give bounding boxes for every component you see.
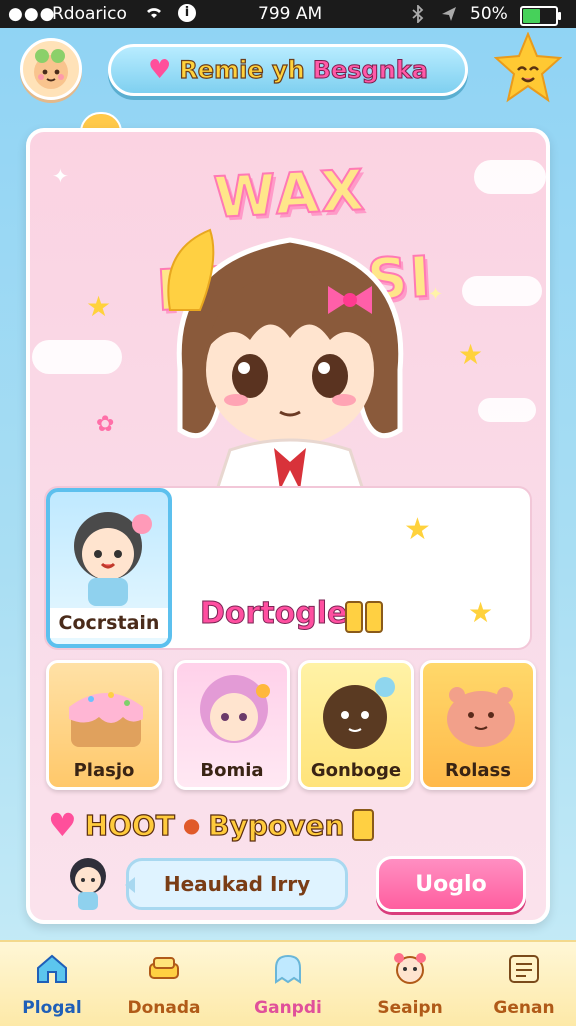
face-icon (394, 953, 426, 984)
flower-icon: ✿ (96, 412, 115, 437)
signal-dots: ●●● (8, 4, 56, 24)
title-part1: Remie yh (179, 55, 306, 84)
cloud-decoration (462, 276, 542, 306)
cloud-decoration (478, 398, 536, 422)
star-icon: ★ (468, 596, 494, 629)
nav-item-donada[interactable]: Donada (116, 948, 212, 1024)
hoot-label: HOOT (84, 808, 175, 842)
star-cat-icon (493, 31, 563, 103)
avatar-icon (34, 49, 68, 89)
menu-icon (509, 955, 539, 983)
nav-item-genan[interactable]: Genan (476, 948, 572, 1024)
star-icon: ★ (404, 512, 431, 547)
nav-label: Donada (127, 998, 201, 1018)
item-card[interactable]: Rolass (420, 660, 536, 790)
character-name: Dortogle (199, 596, 348, 632)
item-label: Bomia (200, 760, 264, 781)
carrier-label: Rdoarico (52, 4, 127, 24)
star-icon: ★ (458, 338, 484, 371)
bluetooth-icon (410, 3, 426, 28)
location-icon (440, 5, 458, 28)
item-card[interactable]: Plasjo (46, 660, 162, 790)
profile-avatar-button[interactable] (20, 38, 82, 100)
cloud-decoration (32, 340, 122, 374)
battery-icon (520, 6, 561, 26)
battery-percent: 50% (470, 4, 508, 24)
juice-icon (352, 809, 375, 841)
item-card[interactable]: Gonboge (298, 660, 414, 790)
selected-mini-card[interactable]: Cocrstain (46, 488, 172, 648)
nav-item-ganpdi[interactable]: Ganpdi (240, 948, 336, 1024)
heart-icon: ♥ (148, 55, 172, 85)
hoot-sublabel: Bypoven (208, 808, 345, 842)
title-banner[interactable]: ♥ Remie yh Besgnka (108, 44, 468, 96)
wifi-icon (144, 4, 164, 25)
nav-label: Seaipn (377, 998, 443, 1018)
clock-label: 799 AM (258, 4, 323, 24)
title-part2: Besgnka (312, 56, 428, 85)
sparkle-icon: ✦ (428, 284, 444, 305)
collection-icon[interactable] (344, 598, 386, 634)
helper-avatar (58, 852, 118, 912)
sparkle-icon: ✦ (52, 164, 69, 188)
ghost-icon (275, 954, 301, 984)
hoot-row: ♥ HOOT ● Bypoven (48, 806, 375, 844)
nav-item-plogal[interactable]: Plogal (4, 948, 100, 1024)
nav-item-seaipn[interactable]: Seaipn (362, 948, 458, 1024)
sofa-icon (149, 957, 179, 979)
item-card[interactable]: Bomia (174, 660, 290, 790)
pink-bear-icon (447, 687, 515, 747)
pink-girl-icon (200, 675, 270, 743)
strawberry-icon: ● (182, 813, 201, 837)
nav-label: Genan (493, 998, 555, 1018)
mini-card-label: Cocrstain (50, 608, 168, 638)
battery-fill (523, 9, 540, 23)
bottom-nav: Plogal Donada Ganpdi Seaipn Genan (0, 940, 576, 1026)
mini-character-icon (74, 512, 152, 606)
star-icon: ★ (86, 290, 112, 323)
info-icon: i (178, 4, 196, 22)
item-label: Gonboge (310, 760, 402, 781)
action-button[interactable]: Uoglo (376, 856, 526, 912)
speech-bubble[interactable]: Heaukad Irry (125, 858, 348, 910)
nav-label: Ganpdi (254, 998, 322, 1018)
home-icon (37, 954, 67, 983)
heart-icon: ♥ (48, 806, 77, 844)
item-label: Rolass (445, 760, 511, 781)
cake-icon (69, 692, 143, 747)
brown-creature-icon (323, 677, 395, 749)
status-bar: ●●● Rdoarico i 799 AM 50% (0, 0, 576, 28)
star-cat-button[interactable] (493, 31, 563, 104)
item-label: Plasjo (73, 760, 135, 781)
nav-label: Plogal (22, 998, 82, 1018)
